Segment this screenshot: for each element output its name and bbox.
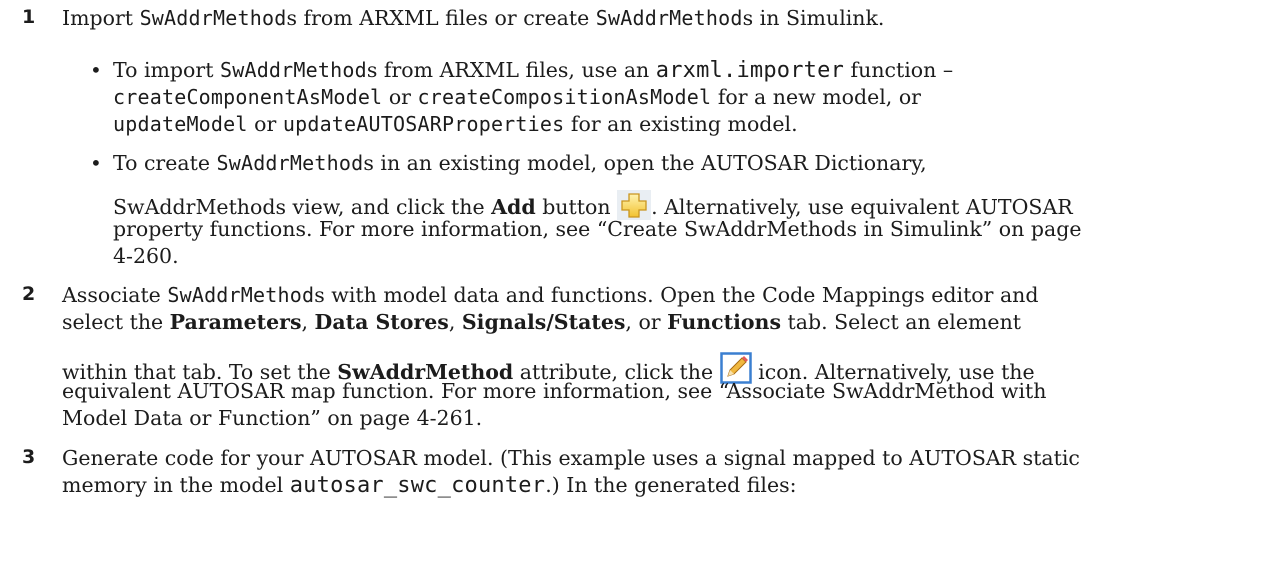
step-3-line-1: Generate code for your AUTOSAR model. (T… xyxy=(62,446,1080,470)
bullet-1-line-1: To import SwAddrMethods from ARXML files… xyxy=(113,58,954,83)
step-3-line-2: memory in the model autosar_swc_counter.… xyxy=(62,473,797,498)
bullet-2-line-3: property functions. For more information… xyxy=(113,217,1082,241)
step-2-line-2: select the Parameters, Data Stores, Sign… xyxy=(62,310,1022,334)
bullet-1-line-2: createComponentAsModel or createComposit… xyxy=(113,85,921,109)
bullet-2-line-4: 4-260. xyxy=(113,244,179,268)
bullet-1-line-3: updateModel or updateAUTOSARProperties f… xyxy=(113,112,798,136)
step-2-line-5: Model Data or Function” on page 4-261. xyxy=(62,406,483,430)
bullet: • xyxy=(90,58,102,82)
step-2-line-4: equivalent AUTOSAR map function. For mor… xyxy=(62,379,1047,403)
step-number: 2 xyxy=(22,283,36,305)
bullet-2-line-1: To create SwAddrMethods in an existing m… xyxy=(113,151,927,175)
bullet: • xyxy=(90,151,102,175)
step-number: 3 xyxy=(22,446,36,468)
step-number: 1 xyxy=(22,6,36,28)
step-2-line-1: Associate SwAddrMethods with model data … xyxy=(62,283,1039,307)
step-1-line-1: Import SwAddrMethods from ARXML files or… xyxy=(62,6,885,30)
